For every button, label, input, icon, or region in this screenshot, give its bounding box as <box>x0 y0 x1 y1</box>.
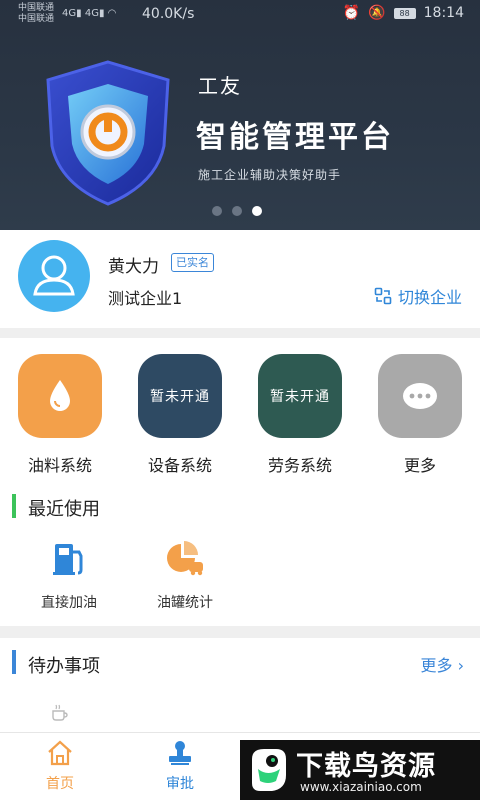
recent-item-tank-stats[interactable]: 油罐统计 <box>140 538 230 612</box>
more-dots-icon <box>378 354 462 438</box>
system-oil-label: 油料系统 <box>27 456 92 475</box>
todo-section: 待办事项 更多 › <box>0 638 480 732</box>
tab-home-label: 首页 <box>46 776 74 792</box>
status-bar: 中国联通 中国联通 4G▮ 4G▮ ◠ 40.0K/s ⏰ 🔕 88 18:14 <box>0 0 480 30</box>
clock: 18:14 <box>423 5 464 21</box>
switch-company-label: 切换企业 <box>397 288 462 307</box>
tab-approval-label: 审批 <box>166 776 194 792</box>
recent-item-label: 油罐统计 <box>157 595 213 611</box>
company-name: 测试企业1 <box>108 289 183 308</box>
shield-logo-icon <box>46 60 170 206</box>
carousel-dot-3[interactable] <box>252 206 262 216</box>
recent-title: 最近使用 <box>28 499 100 520</box>
system-oil[interactable]: 油料系统 <box>17 354 103 475</box>
tab-approval[interactable]: 审批 <box>140 739 220 793</box>
mute-icon: 🔕 <box>368 5 386 21</box>
signal-1-icon: ▮ <box>76 8 82 19</box>
user-icon <box>33 255 75 296</box>
approval-stamp-icon <box>169 741 191 765</box>
switch-icon <box>374 287 392 305</box>
alarm-icon: ⏰ <box>342 5 361 21</box>
carousel-dot-2[interactable] <box>232 206 242 216</box>
not-open-overlay: 暂未开通 <box>270 389 330 405</box>
recent-item-label: 直接加油 <box>41 595 97 611</box>
avatar[interactable] <box>18 240 90 312</box>
system-labor[interactable]: 暂未开通 劳务系统 <box>257 354 343 475</box>
wifi-icon: ◠ <box>107 8 117 19</box>
system-more[interactable]: 更多 <box>377 354 463 475</box>
top-banner[interactable]: 中国联通 中国联通 4G▮ 4G▮ ◠ 40.0K/s ⏰ 🔕 88 18:14 <box>0 0 480 230</box>
recent-section: 最近使用 直接加油 油罐统计 <box>0 478 480 626</box>
system-equipment[interactable]: 暂未开通 设备系统 <box>137 354 223 475</box>
recent-section-marker <box>12 494 16 518</box>
platform-subtitle: 施工企业辅助决策好助手 <box>198 168 342 182</box>
recent-item-direct-fuel[interactable]: 直接加油 <box>24 538 114 612</box>
equipment-icon: 暂未开通 <box>138 354 222 438</box>
bird-logo-icon <box>252 749 286 791</box>
todo-section-marker <box>12 650 16 674</box>
not-open-overlay: 暂未开通 <box>150 389 210 405</box>
todo-more-label: 更多 <box>420 656 453 675</box>
section-divider <box>0 328 480 338</box>
todo-more-link[interactable]: 更多 › <box>420 652 464 676</box>
system-more-label: 更多 <box>403 456 436 475</box>
verified-badge: 已实名 <box>171 253 214 272</box>
labor-icon: 暂未开通 <box>258 354 342 438</box>
watermark-title: 下载鸟资源 <box>296 751 436 782</box>
switch-company-button[interactable]: 切换企业 <box>374 284 462 308</box>
brand-name: 工友 <box>198 74 242 98</box>
system-grid: 油料系统 暂未开通 设备系统 暂未开通 劳务系统 更多 <box>0 338 480 478</box>
battery-icon: 88 <box>393 7 416 19</box>
carrier-1: 中国联通 <box>18 3 55 13</box>
platform-title: 智能管理平台 <box>196 120 394 155</box>
carousel-indicator[interactable] <box>212 206 262 216</box>
signal-2-label: 4G <box>84 8 99 19</box>
net-speed: 40.0K/s <box>142 6 195 22</box>
fuel-pump-icon <box>53 544 83 575</box>
coffee-cup-icon <box>52 704 68 721</box>
chevron-right-icon: › <box>457 656 464 675</box>
carousel-dot-1[interactable] <box>212 206 222 216</box>
home-icon <box>48 740 72 766</box>
signal-2-icon: ▮ <box>98 8 105 19</box>
system-labor-label: 劳务系统 <box>267 456 332 475</box>
system-equipment-label: 设备系统 <box>147 456 212 475</box>
tank-stats-icon <box>167 541 203 576</box>
carrier-2: 中国联通 <box>18 14 55 24</box>
status-right: ⏰ 🔕 88 18:14 <box>343 5 464 21</box>
todo-title: 待办事项 <box>28 656 100 677</box>
user-name: 黄大力 <box>108 257 159 277</box>
signal-indicators: 4G▮ 4G▮ ◠ <box>62 8 116 19</box>
carrier-labels: 中国联通 中国联通 <box>18 3 54 25</box>
user-card: 黄大力 已实名 测试企业1 切换企业 <box>0 230 480 328</box>
signal-1-label: 4G <box>62 8 77 19</box>
oil-drop-icon <box>18 354 102 438</box>
watermark-url: www.xiazainiao.com <box>300 780 422 794</box>
tab-home[interactable]: 首页 <box>20 739 100 793</box>
section-divider <box>0 626 480 638</box>
watermark-logo: 下载鸟资源 www.xiazainiao.com <box>240 740 480 800</box>
